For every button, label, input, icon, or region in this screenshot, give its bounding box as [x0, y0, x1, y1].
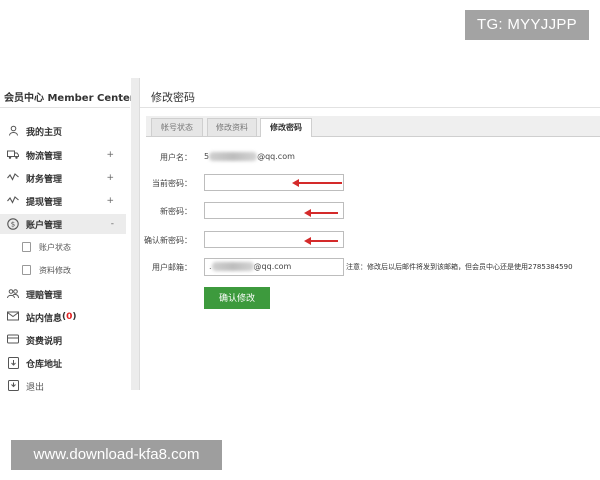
- watermark-bottom: www.download-kfa8.com: [11, 440, 222, 470]
- sidebar-item-withdrawal[interactable]: 提现管理 +: [0, 191, 126, 211]
- user-icon: [7, 125, 19, 137]
- sidebar-title-divider: [0, 107, 130, 108]
- sidebar-item-logistics[interactable]: 物流管理 +: [0, 145, 126, 165]
- sidebar-item-label: 资费说明: [26, 336, 63, 347]
- confirm-password-label: 确认新密码：: [144, 236, 192, 245]
- title-divider: [140, 107, 600, 108]
- location-icon: [7, 357, 19, 369]
- redacted-blur: [209, 152, 258, 161]
- content-left-border: [139, 78, 140, 390]
- collapse-toggle[interactable]: -: [111, 219, 114, 229]
- sidebar-item-label: 物流管理: [26, 151, 63, 162]
- sidebar-item-label: 仓库地址: [26, 359, 63, 370]
- clipboard-icon: [22, 242, 31, 252]
- annotation-arrow: [304, 237, 338, 245]
- sidebar-item-logout[interactable]: 退出: [0, 376, 126, 396]
- sidebar-item-fees[interactable]: 资费说明: [0, 330, 126, 350]
- sidebar-item-label: 理赔管理: [26, 290, 63, 301]
- sidebar-item-label: 我的主页: [26, 127, 63, 138]
- sidebar-item-label: 退出: [26, 382, 45, 393]
- annotation-arrow: [304, 209, 338, 217]
- sidebar-item-label: 提现管理: [26, 197, 63, 208]
- tab-account-status[interactable]: 帐号状态: [151, 118, 203, 136]
- sidebar-item-finance[interactable]: 财务管理 +: [0, 168, 126, 188]
- sidebar-subitem-label: 账户状态: [39, 242, 71, 252]
- account-badge-icon: $: [7, 218, 19, 230]
- username-suffix: @qq.com: [257, 152, 295, 161]
- sidebar-item-label: 财务管理: [26, 174, 63, 185]
- message-count-close: ): [72, 312, 77, 322]
- redacted-blur: [211, 262, 254, 271]
- users-icon: [7, 288, 19, 300]
- clipboard-icon: [22, 265, 31, 275]
- mail-icon: [7, 311, 19, 323]
- confirm-change-button[interactable]: 确认修改: [204, 287, 270, 309]
- sidebar-item-label: 账户管理: [26, 220, 63, 231]
- sidebar-item-home[interactable]: 我的主页: [0, 121, 126, 141]
- sidebar-item-account[interactable]: $ 账户管理 -: [0, 214, 126, 234]
- sidebar-subitem-edit-profile[interactable]: 资料修改: [22, 261, 71, 279]
- sidebar-item-messages[interactable]: 站内信息 ( 0 ): [0, 307, 126, 327]
- chart-line-icon: [7, 195, 19, 207]
- expand-toggle[interactable]: +: [106, 196, 114, 206]
- username-label: 用户名：: [160, 153, 192, 162]
- email-note: 注意：修改后以后邮件将发到该邮箱，但会员中心还是使用2785384590: [346, 263, 573, 271]
- sidebar-title: 会员中心 Member Center: [4, 93, 135, 104]
- new-password-label: 新密码：: [160, 207, 192, 216]
- email-suffix: @qq.com: [253, 262, 292, 271]
- email-label: 用户邮箱：: [152, 263, 192, 272]
- sidebar-item-label: 站内信息: [26, 313, 63, 324]
- username-value: 5 @qq.com: [204, 152, 295, 161]
- chart-line-icon: [7, 172, 19, 184]
- sidebar-item-claims[interactable]: 理赔管理: [0, 284, 126, 304]
- card-icon: [7, 334, 19, 346]
- expand-toggle[interactable]: +: [106, 173, 114, 183]
- annotation-arrow: [292, 179, 342, 187]
- exit-icon: [7, 380, 19, 392]
- tab-change-password[interactable]: 修改密码: [260, 118, 312, 137]
- email-input[interactable]: . @qq.com: [204, 258, 344, 276]
- page-title: 修改密码: [151, 91, 195, 104]
- sidebar-item-warehouse[interactable]: 仓库地址: [0, 353, 126, 373]
- new-password-input[interactable]: [204, 202, 344, 219]
- expand-toggle[interactable]: +: [106, 150, 114, 160]
- sidebar-divider: [131, 78, 139, 390]
- svg-text:$: $: [11, 221, 15, 229]
- truck-icon: [7, 149, 19, 161]
- sidebar-subitem-account-status[interactable]: 账户状态: [22, 238, 71, 256]
- tab-edit-profile[interactable]: 修改资料: [207, 118, 257, 136]
- sidebar-subitem-label: 资料修改: [39, 265, 71, 275]
- watermark-top: TG: MYYJJPP: [465, 10, 589, 40]
- current-password-label: 当前密码：: [152, 179, 192, 188]
